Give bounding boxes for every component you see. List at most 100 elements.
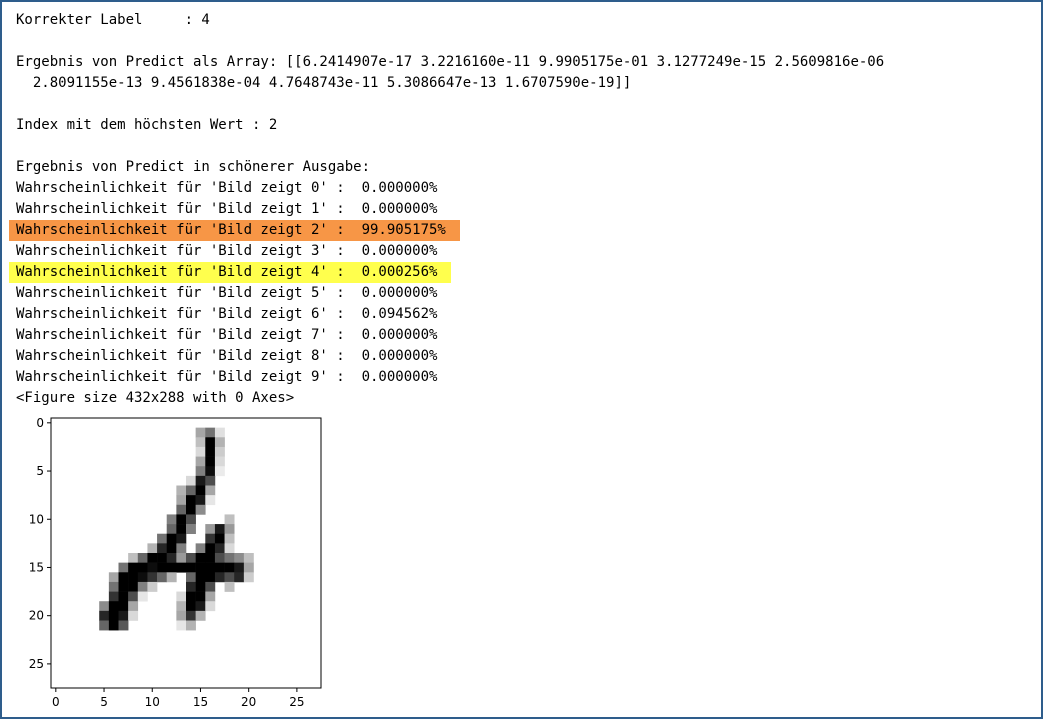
image-pixel	[205, 572, 216, 583]
image-pixel	[214, 524, 225, 535]
image-pixel	[186, 514, 196, 525]
line-text: Korrekter Label : 4	[16, 12, 210, 28]
image-pixel	[234, 572, 245, 583]
image-pixel	[108, 581, 119, 592]
image-pixel	[195, 427, 206, 438]
notebook-output-cell: Korrekter Label : 4 Ergebnis von Predict …	[0, 0, 1043, 719]
output-line: 2.8091155e-13 9.4561838e-04 4.7648743e-1…	[16, 73, 884, 94]
image-pixel	[214, 562, 225, 573]
image-pixel	[186, 601, 196, 612]
image-pixel	[186, 620, 196, 631]
image-pixel	[195, 572, 206, 583]
line-text: 2.8091155e-13 9.4561838e-04 4.7648743e-1…	[16, 75, 632, 91]
image-pixel	[176, 533, 187, 544]
image-pixel	[118, 572, 129, 583]
image-pixel	[205, 495, 216, 506]
image-pixel	[128, 572, 139, 583]
image-pixel	[166, 514, 177, 525]
output-line: Wahrscheinlichkeit für 'Bild zeigt 8' : …	[16, 346, 884, 367]
y-tick-label: 0	[36, 416, 44, 430]
image-pixel	[195, 610, 206, 621]
image-pixel	[99, 601, 110, 612]
y-tick-label: 15	[29, 560, 44, 574]
image-pixel	[205, 456, 216, 467]
image-pixel	[205, 524, 216, 535]
image-pixel	[195, 437, 206, 448]
line-text: Wahrscheinlichkeit für 'Bild zeigt 7' : …	[16, 327, 438, 343]
image-pixel	[108, 620, 119, 631]
image-pixel	[176, 620, 187, 631]
image-pixel	[195, 591, 206, 602]
output-line: Wahrscheinlichkeit für 'Bild zeigt 5' : …	[16, 283, 884, 304]
image-pixel	[157, 553, 168, 563]
image-pixel	[137, 553, 148, 563]
line-text: Wahrscheinlichkeit für 'Bild zeigt 6' : …	[16, 306, 438, 322]
image-pixel	[214, 456, 225, 467]
image-pixel	[108, 601, 119, 612]
image-pixel	[205, 466, 216, 477]
image-pixel	[186, 504, 196, 515]
image-pixel	[205, 601, 216, 612]
image-pixel	[137, 572, 148, 583]
image-pixel	[234, 562, 245, 573]
image-pixel	[176, 562, 187, 573]
image-pixel	[205, 437, 216, 448]
image-pixel	[243, 572, 254, 583]
image-pixel	[195, 543, 206, 554]
image-pixel	[176, 553, 187, 563]
x-tick-label: 5	[100, 695, 108, 709]
image-pixel	[147, 562, 158, 573]
image-pixel	[224, 581, 235, 592]
image-pixel	[166, 553, 177, 563]
line-text: Ergebnis von Predict in schönerer Ausgab…	[16, 159, 371, 175]
image-pixel	[195, 466, 206, 477]
image-pixel	[137, 562, 148, 573]
image-pixel	[157, 562, 168, 573]
line-text: Wahrscheinlichkeit für 'Bild zeigt 8' : …	[16, 348, 438, 364]
line-text: Wahrscheinlichkeit für 'Bild zeigt 1' : …	[16, 201, 438, 217]
image-pixel	[224, 533, 235, 544]
image-pixel	[128, 601, 139, 612]
image-pixel	[176, 610, 187, 621]
image-pixel	[243, 553, 254, 563]
image-pixel	[214, 466, 225, 477]
image-pixel	[214, 553, 225, 563]
image-pixel	[186, 495, 196, 506]
image-pixel	[224, 553, 235, 563]
x-tick-label: 25	[289, 695, 304, 709]
y-tick-label: 25	[29, 657, 44, 671]
image-pixel	[166, 524, 177, 535]
x-tick-label: 0	[52, 695, 60, 709]
image-pixel	[108, 591, 119, 602]
image-pixel	[118, 581, 129, 592]
image-pixel	[128, 610, 139, 621]
image-pixel	[224, 562, 235, 573]
image-pixel	[186, 475, 196, 486]
y-axis: 0 5 10 15 20 25	[29, 416, 51, 671]
image-pixel	[205, 543, 216, 554]
x-tick-label: 10	[145, 695, 160, 709]
highlighted-line-text: Wahrscheinlichkeit für 'Bild zeigt 2' : …	[9, 220, 460, 241]
output-line: Korrekter Label : 4	[16, 10, 884, 31]
image-pixel	[214, 437, 225, 448]
image-pixel	[176, 601, 187, 612]
image-pixel	[224, 524, 235, 535]
image-pixel	[176, 514, 187, 525]
output-line: Index mit dem höchsten Wert : 2	[16, 115, 884, 136]
image-pixel	[224, 514, 235, 525]
output-line: Wahrscheinlichkeit für 'Bild zeigt 3' : …	[16, 241, 884, 262]
image-pixel	[176, 504, 187, 515]
image-pixel	[186, 485, 196, 496]
image-pixel	[205, 427, 216, 438]
image-pixel	[205, 591, 216, 602]
image-pixel	[118, 591, 129, 602]
image-pixel	[147, 572, 158, 583]
output-line: Wahrscheinlichkeit für 'Bild zeigt 2' : …	[9, 220, 884, 241]
image-pixel	[186, 581, 196, 592]
image-pixel	[166, 543, 177, 554]
image-pixel	[195, 562, 206, 573]
output-line: Wahrscheinlichkeit für 'Bild zeigt 0' : …	[16, 178, 884, 199]
output-line: Ergebnis von Predict in schönerer Ausgab…	[16, 157, 884, 178]
image-pixel	[137, 591, 148, 602]
